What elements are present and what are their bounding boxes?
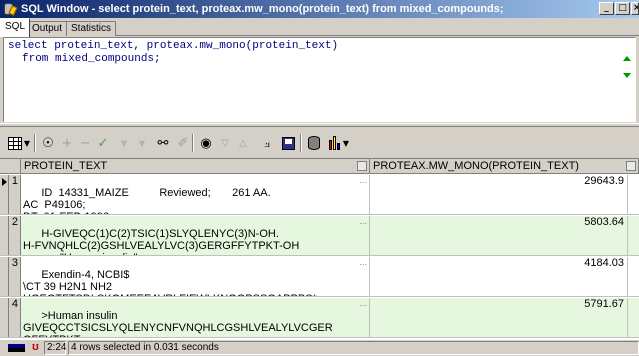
grid-icon	[7, 136, 22, 150]
tab-sql[interactable]: SQL	[0, 18, 31, 37]
row-header-corner	[0, 159, 21, 174]
column-header-label: PROTEAX.MW_MONO(PROTEIN_TEXT)	[373, 160, 579, 172]
sort-down-icon[interactable]: ▽	[218, 134, 232, 152]
protein-text-cell[interactable]: >Human insulin GIVEQCCTSICSLYQLENYCNFVNQ…	[21, 298, 370, 337]
sql-line-1: select protein_text, proteax.mw_mono(pro…	[8, 40, 339, 52]
sql-editor[interactable]: select protein_text, proteax.mw_mono(pro…	[3, 37, 636, 122]
row-indicator	[0, 298, 9, 337]
grid-menu-button[interactable]: ▼	[6, 134, 32, 152]
column-header-protein-text[interactable]: PROTEIN_TEXT	[21, 159, 370, 174]
export-icon[interactable]: ◉	[198, 134, 214, 152]
mw-mono-cell[interactable]: 5803.64	[370, 216, 628, 255]
row-number: 3	[9, 257, 21, 296]
protein-text-value: >Human insulin GIVEQCCTSICSLYQLENYCNFVNQ…	[23, 310, 333, 337]
search-icon[interactable]: ☉	[40, 134, 56, 152]
chevron-down-icon: ▼	[342, 138, 350, 148]
title-bar: SQL Window - select protein_text, protea…	[0, 0, 639, 18]
row-indicator	[0, 257, 9, 296]
toolbar-separator	[192, 134, 194, 152]
save-icon[interactable]	[280, 134, 296, 152]
toolbar-separator	[300, 134, 302, 152]
sql-line-2: from mixed_compounds;	[22, 53, 161, 65]
row-indicator	[0, 216, 9, 255]
chevron-down-icon: ▼	[23, 138, 31, 148]
tab-output[interactable]: Output	[27, 21, 68, 36]
protein-text-value: Exendin-4, NCBI$ \CT 39 H2N1 NH2 HGEGTFT…	[23, 269, 317, 296]
cursor-position: 2:24	[44, 341, 66, 355]
cell-editor-button[interactable]: ...	[359, 216, 367, 226]
tab-statistics[interactable]: Statistics	[66, 21, 117, 36]
report-menu-button[interactable]: ▼	[326, 134, 352, 152]
protein-text-value: H-GIVEQC(1)C(2)TSIC(1)SLYQLENYC(3)N-OH. …	[23, 228, 300, 255]
database-icon[interactable]	[306, 134, 322, 152]
post-icon[interactable]: ✓	[96, 134, 110, 152]
sql-window-icon	[3, 2, 18, 16]
arrow-up-icon[interactable]	[623, 56, 631, 61]
column-filter-button[interactable]	[626, 161, 636, 171]
cell-editor-button[interactable]: ...	[359, 257, 367, 267]
protein-text-cell[interactable]: Exendin-4, NCBI$ \CT 39 H2N1 NH2 HGEGTFT…	[21, 257, 370, 296]
window-controls: _ □ ×	[598, 2, 639, 15]
status-bar: ʊ 2:24 4 rows selected in 0.031 seconds	[0, 339, 639, 356]
column-header-label: PROTEIN_TEXT	[24, 160, 108, 172]
connection-icon	[8, 344, 25, 352]
splitter[interactable]	[0, 123, 639, 127]
mw-mono-cell[interactable]: 5791.67	[370, 298, 628, 337]
table-row[interactable]: 1 ID 14331_MAIZE Reviewed; 261 AA. AC P4…	[0, 175, 639, 215]
filter-icon[interactable]: ⩔	[116, 134, 132, 152]
toolbar-separator	[34, 134, 36, 152]
add-icon[interactable]: +	[60, 134, 74, 152]
protein-text-cell[interactable]: H-GIVEQC(1)C(2)TSIC(1)SLYQLENYC(3)N-OH. …	[21, 216, 370, 255]
window-title: SQL Window - select protein_text, protea…	[21, 3, 504, 15]
current-row-icon	[2, 178, 7, 186]
table-row[interactable]: 3 Exendin-4, NCBI$ \CT 39 H2N1 NH2 HGEGT…	[0, 257, 639, 297]
mw-mono-cell[interactable]: 4184.03	[370, 257, 628, 296]
status-message: 4 rows selected in 0.031 seconds	[68, 341, 639, 355]
report-icon	[328, 136, 341, 150]
table-row[interactable]: 4 >Human insulin GIVEQCCTSICSLYQLENYCNFV…	[0, 298, 639, 338]
row-number: 4	[9, 298, 21, 337]
transaction-icon: ʊ	[32, 341, 39, 353]
binoculars-icon[interactable]: ⚯	[154, 134, 172, 152]
cell-editor-button[interactable]: ...	[359, 175, 367, 185]
remove-icon[interactable]: −	[78, 134, 92, 152]
row-number: 2	[9, 216, 21, 255]
tab-bar: SQL Output Statistics	[0, 18, 639, 37]
mw-mono-cell[interactable]: 29643.9	[370, 175, 628, 214]
sort-up-icon[interactable]: △	[236, 134, 250, 152]
cancel-icon[interactable]: ✐	[176, 134, 190, 152]
clear-filter-icon[interactable]: ⩔	[134, 134, 150, 152]
protein-text-value: ID 14331_MAIZE Reviewed; 261 AA. AC P491…	[23, 187, 271, 214]
cell-editor-button[interactable]: ...	[359, 298, 367, 308]
arrow-down-icon[interactable]	[623, 73, 631, 78]
maximize-button[interactable]: □	[615, 2, 630, 15]
close-button[interactable]: ×	[631, 2, 639, 15]
table-row[interactable]: 2 H-GIVEQC(1)C(2)TSIC(1)SLYQLENYC(3)N-OH…	[0, 216, 639, 256]
result-toolbar: ▼ ☉ + − ✓ ⩔ ⩔ ⚯ ✐ ◉ ▽ △ ⟓ ▼	[0, 128, 639, 158]
protein-text-cell[interactable]: ID 14331_MAIZE Reviewed; 261 AA. AC P491…	[21, 175, 370, 214]
column-header-mw-mono[interactable]: PROTEAX.MW_MONO(PROTEIN_TEXT)	[370, 159, 639, 174]
result-grid[interactable]: PROTEIN_TEXT PROTEAX.MW_MONO(PROTEIN_TEX…	[0, 158, 639, 339]
minimize-button[interactable]: _	[599, 2, 614, 15]
query-chart-icon[interactable]: ⟓	[258, 134, 276, 152]
row-indicator	[0, 175, 9, 214]
column-filter-button[interactable]	[357, 161, 367, 171]
editor-nav	[622, 54, 632, 78]
row-number: 1	[9, 175, 21, 214]
